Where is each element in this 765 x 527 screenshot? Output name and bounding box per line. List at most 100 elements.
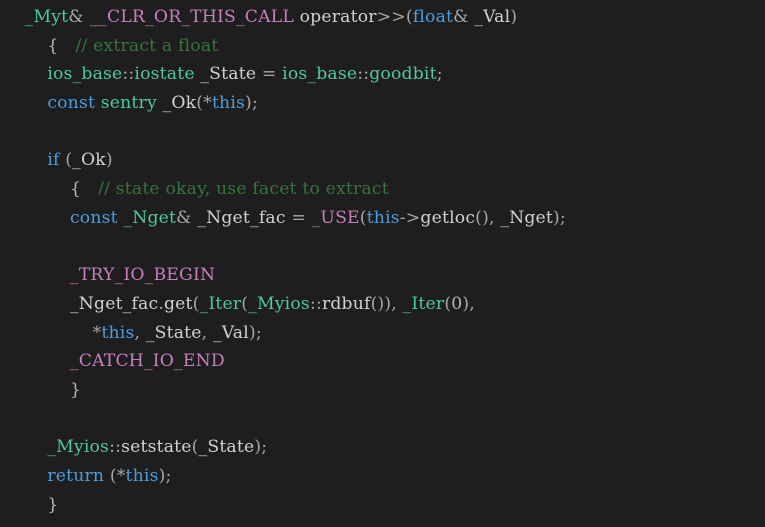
- code-token-keyword: float: [412, 7, 454, 27]
- code-token-ident: rdbuf: [321, 293, 371, 314]
- code-token-ident: operator: [299, 7, 377, 27]
- code-token-type: sentry: [100, 93, 157, 114]
- code-token-keyword: if: [47, 150, 60, 171]
- code-line[interactable]: _CATCH_IO_END: [0, 347, 765, 376]
- code-line[interactable]: if (_Ok): [0, 146, 765, 175]
- code-token-macro: _CATCH_IO_END: [69, 351, 225, 372]
- code-token-punct: ()),: [370, 293, 403, 314]
- code-token-punct: );: [248, 322, 262, 343]
- code-line[interactable]: }: [0, 491, 765, 520]
- code-token-punct: &: [68, 7, 90, 27]
- code-token-punct: >>: [376, 7, 406, 27]
- code-token-type: _Iter: [199, 293, 242, 314]
- code-line-blank[interactable]: [0, 233, 765, 262]
- code-token-punct: (),: [475, 207, 501, 228]
- code-token-ident: _State: [198, 437, 255, 458]
- code-token-punct: (: [59, 150, 73, 171]
- code-token-keyword: this: [366, 207, 400, 228]
- code-token-punct: ,: [134, 322, 146, 343]
- code-editor-viewport[interactable]: _Myt& __CLR_OR_THIS_CALL operator>>(floa…: [0, 0, 765, 527]
- code-token-punct: ),: [462, 293, 475, 314]
- code-token-brace: }: [47, 494, 59, 515]
- code-token-punct: (: [359, 207, 367, 228]
- code-token-punct: (: [191, 437, 199, 458]
- code-token-ident: _Ok: [162, 93, 197, 114]
- code-token-ident: _Ok: [72, 150, 106, 171]
- code-line[interactable]: _TRY_IO_BEGIN: [0, 261, 765, 290]
- code-token-brace: {: [47, 35, 59, 56]
- code-token-macro: _USE: [311, 207, 360, 228]
- code-line[interactable]: const _Nget& _Nget_fac = _USE(this->getl…: [0, 204, 765, 233]
- code-token-type: ios_base: [282, 64, 358, 85]
- code-line[interactable]: *this, _State, _Val);: [0, 319, 765, 348]
- code-token-keyword: this: [211, 93, 246, 114]
- code-token-punct: (: [405, 7, 413, 27]
- code-token-ident: getloc: [420, 207, 476, 228]
- code-line[interactable]: }: [0, 376, 765, 405]
- code-token-keyword: this: [101, 322, 135, 343]
- code-token-type: iostate: [134, 64, 195, 85]
- code-token-punct: *: [203, 93, 212, 114]
- code-line[interactable]: { // state okay, use facet to extract: [0, 175, 765, 204]
- code-token-type: goodbit: [369, 64, 437, 85]
- code-token-punct: ,: [201, 322, 213, 343]
- code-token-ident: _Val: [474, 7, 511, 27]
- code-token-punct: ::: [122, 64, 135, 85]
- code-token-keyword: return: [47, 466, 105, 486]
- code-token-ident: _Nget_fac: [197, 207, 286, 228]
- code-line[interactable]: const sentry _Ok(*this);: [0, 89, 765, 118]
- code-token-punct: *: [116, 466, 126, 486]
- code-token-type: _Myios: [47, 437, 110, 458]
- code-token-punct: (: [192, 293, 200, 314]
- code-token-ident: get: [163, 293, 193, 314]
- code-token-ident: _State: [200, 64, 257, 85]
- code-token-punct: ): [105, 150, 113, 171]
- code-token-brace: }: [69, 379, 82, 400]
- code-token-type: ios_base: [47, 64, 123, 85]
- code-line[interactable]: _Myios::setstate(_State);: [0, 433, 765, 462]
- code-token-type: _Myios: [248, 293, 310, 314]
- code-token-punct: ): [510, 7, 518, 27]
- code-token-comment: // extract a float: [75, 35, 219, 56]
- code-token-brace: {: [69, 179, 82, 200]
- code-token-ident: setstate: [121, 437, 192, 458]
- code-line[interactable]: ios_base::iostate _State = ios_base::goo…: [0, 60, 765, 89]
- code-line-blank[interactable]: [0, 405, 765, 434]
- code-line[interactable]: _Myt& __CLR_OR_THIS_CALL operator>>(floa…: [0, 3, 765, 32]
- code-token-punct: ;: [436, 64, 443, 85]
- code-token-type: _Myt: [24, 7, 69, 27]
- code-token-punct: &: [176, 207, 198, 228]
- code-line[interactable]: return (*this);: [0, 462, 765, 491]
- code-line-blank[interactable]: [0, 118, 765, 147]
- code-token-macro: _TRY_IO_BEGIN: [69, 265, 216, 286]
- code-token-keyword: const: [69, 207, 118, 228]
- code-token-type: _Iter: [402, 293, 445, 314]
- code-token-keyword: this: [125, 466, 159, 486]
- code-line[interactable]: { // extract a float: [0, 32, 765, 61]
- code-token-punct: ::: [109, 437, 122, 458]
- code-token-ident: _Val: [212, 322, 249, 343]
- code-token-ident: _Nget: [500, 207, 554, 228]
- code-token-macro: __CLR_OR_THIS_CALL: [89, 7, 294, 27]
- code-token-punct: ::: [309, 293, 322, 314]
- code-token-punct: (: [104, 466, 117, 486]
- code-token-punct: );: [245, 93, 258, 114]
- code-token-punct: );: [254, 437, 268, 458]
- code-token-punct: );: [158, 466, 172, 486]
- code-line[interactable]: _Nget_fac.get(_Iter(_Myios::rdbuf()), _I…: [0, 290, 765, 319]
- code-token-keyword: const: [47, 93, 96, 114]
- code-token-ident: _State: [145, 322, 202, 343]
